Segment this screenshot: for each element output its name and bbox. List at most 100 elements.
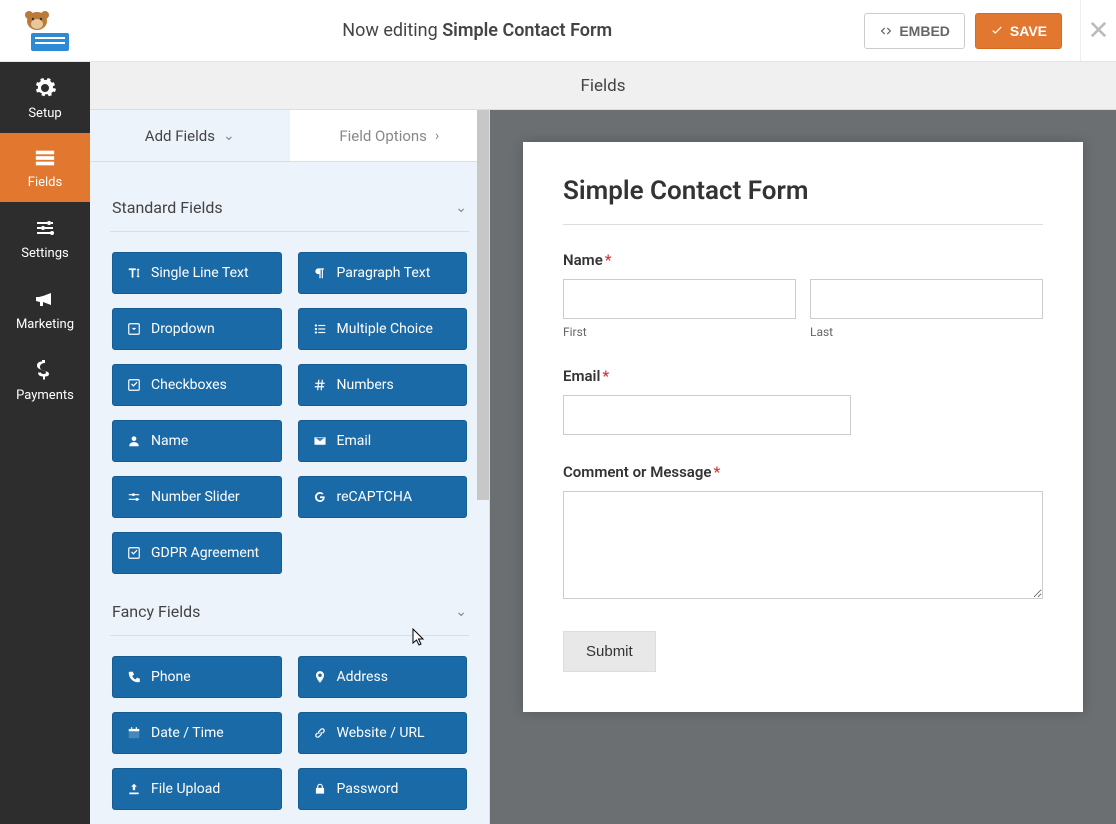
group-grid: Single Line Text Paragraph Text Dropdown Mu… xyxy=(110,232,469,584)
field-label: Address xyxy=(337,669,388,685)
field-recaptcha[interactable]: reCAPTCHA xyxy=(298,476,468,518)
field-label: Dropdown xyxy=(151,321,215,337)
paragraph-icon xyxy=(313,266,327,280)
field-address[interactable]: Address xyxy=(298,656,468,698)
field-password[interactable]: Password xyxy=(298,768,468,810)
field-label: Checkboxes xyxy=(151,377,227,393)
field-date-time[interactable]: Date / Time xyxy=(112,712,282,754)
field-website-url[interactable]: Website / URL xyxy=(298,712,468,754)
chevron-down-icon: ⌄ xyxy=(455,604,467,620)
embed-label: EMBED xyxy=(899,23,950,39)
nav-payments-label: Payments xyxy=(16,388,74,403)
lock-icon xyxy=(313,782,327,796)
field-label: Date / Time xyxy=(151,725,224,741)
field-phone[interactable]: Phone xyxy=(112,656,282,698)
field-label: Password xyxy=(337,781,399,797)
field-label: File Upload xyxy=(151,781,220,797)
field-label: Multiple Choice xyxy=(337,321,433,337)
name-label: Name* xyxy=(563,251,1043,269)
tab-field-options-label: Field Options xyxy=(339,127,427,145)
nav-marketing-label: Marketing xyxy=(16,317,74,332)
chevron-right-icon: › xyxy=(435,128,439,144)
comment-textarea[interactable] xyxy=(563,491,1043,599)
section-title: Fields xyxy=(90,62,1116,110)
field-label: Name xyxy=(151,433,188,449)
submit-button[interactable]: Submit xyxy=(563,631,656,672)
last-sublabel: Last xyxy=(810,325,1043,339)
group-header[interactable]: Fancy Fields ⌄ xyxy=(110,584,469,636)
tab-add-fields[interactable]: Add Fields ⌄ xyxy=(90,110,290,161)
list-ul-icon xyxy=(313,322,327,336)
save-label: SAVE xyxy=(1010,23,1047,39)
close-button[interactable]: ✕ xyxy=(1080,0,1116,61)
first-name-input[interactable] xyxy=(563,279,796,319)
gear-icon xyxy=(33,76,57,100)
check-square-icon xyxy=(127,378,141,392)
caret-square-icon xyxy=(127,322,141,336)
tab-add-fields-label: Add Fields xyxy=(145,127,215,145)
map-marker-icon xyxy=(313,670,327,684)
group-grid: Phone Address Date / Time Website / URL File… xyxy=(110,636,469,820)
group-header[interactable]: Standard Fields⌄ xyxy=(110,180,469,232)
hash-icon xyxy=(313,378,327,392)
check-square-icon xyxy=(127,546,141,560)
google-icon xyxy=(313,490,327,504)
field-label: Website / URL xyxy=(337,725,425,741)
field-checkboxes[interactable]: Checkboxes xyxy=(112,364,282,406)
editing-prefix: Now editing xyxy=(342,20,442,41)
email-input[interactable] xyxy=(563,395,851,435)
field-dropdown[interactable]: Dropdown xyxy=(112,308,282,350)
field-label: reCAPTCHA xyxy=(337,489,413,505)
envelope-icon xyxy=(313,434,327,448)
nav-settings-label: Settings xyxy=(21,246,68,261)
save-button[interactable]: SAVE xyxy=(975,13,1062,49)
field-label: GDPR Agreement xyxy=(151,545,259,561)
field-gdpr-agreement[interactable]: GDPR Agreement xyxy=(112,532,282,574)
user-icon xyxy=(127,434,141,448)
nav-fields[interactable]: Fields xyxy=(0,133,90,202)
group-title: Fancy Fields xyxy=(112,602,200,621)
comment-label: Comment or Message* xyxy=(563,463,1043,481)
chevron-down-icon: ⌄ xyxy=(223,128,235,144)
last-name-input[interactable] xyxy=(810,279,1043,319)
field-number-slider[interactable]: Number Slider xyxy=(112,476,282,518)
dollar-icon xyxy=(33,358,57,382)
form-card[interactable]: Simple Contact Form Name* First Last xyxy=(523,142,1083,712)
field-paragraph-text[interactable]: Paragraph Text xyxy=(298,252,468,294)
first-sublabel: First xyxy=(563,325,796,339)
tab-field-options[interactable]: Field Options › xyxy=(290,110,490,161)
field-label: Numbers xyxy=(337,377,394,393)
text-height-icon xyxy=(127,266,141,280)
embed-button[interactable]: EMBED xyxy=(864,13,965,49)
nav-setup[interactable]: Setup xyxy=(0,62,90,133)
nav-marketing[interactable]: Marketing xyxy=(0,273,90,344)
upload-icon xyxy=(127,782,141,796)
bullhorn-icon xyxy=(33,287,57,311)
field-file-upload[interactable]: File Upload xyxy=(112,768,282,810)
top-actions: EMBED SAVE xyxy=(864,13,1080,49)
nav-payments[interactable]: Payments xyxy=(0,344,90,415)
field-numbers[interactable]: Numbers xyxy=(298,364,468,406)
required-asterisk: * xyxy=(602,367,609,385)
top-bar: Now editing Simple Contact Form EMBED SA… xyxy=(0,0,1116,62)
form-preview-area: Simple Contact Form Name* First Last xyxy=(490,110,1116,824)
sliders-icon xyxy=(33,216,57,240)
field-multiple-choice[interactable]: Multiple Choice xyxy=(298,308,468,350)
field-email[interactable]: Email xyxy=(298,420,468,462)
required-asterisk: * xyxy=(605,251,612,269)
email-label: Email* xyxy=(563,367,1043,385)
field-name: Name* First Last xyxy=(563,251,1043,339)
field-email: Email* xyxy=(563,367,1043,435)
field-name[interactable]: Name xyxy=(112,420,282,462)
field-single-line-text[interactable]: Single Line Text xyxy=(112,252,282,294)
field-label: Email xyxy=(337,433,372,449)
nav-fields-label: Fields xyxy=(28,175,62,190)
field-label: Number Slider xyxy=(151,489,240,505)
phone-icon xyxy=(127,670,141,684)
required-asterisk: * xyxy=(713,463,720,481)
editing-title: Now editing Simple Contact Form xyxy=(90,20,864,41)
nav-settings[interactable]: Settings xyxy=(0,202,90,273)
calendar-icon xyxy=(127,726,141,740)
field-label: Paragraph Text xyxy=(337,265,431,281)
field-label: Single Line Text xyxy=(151,265,249,281)
